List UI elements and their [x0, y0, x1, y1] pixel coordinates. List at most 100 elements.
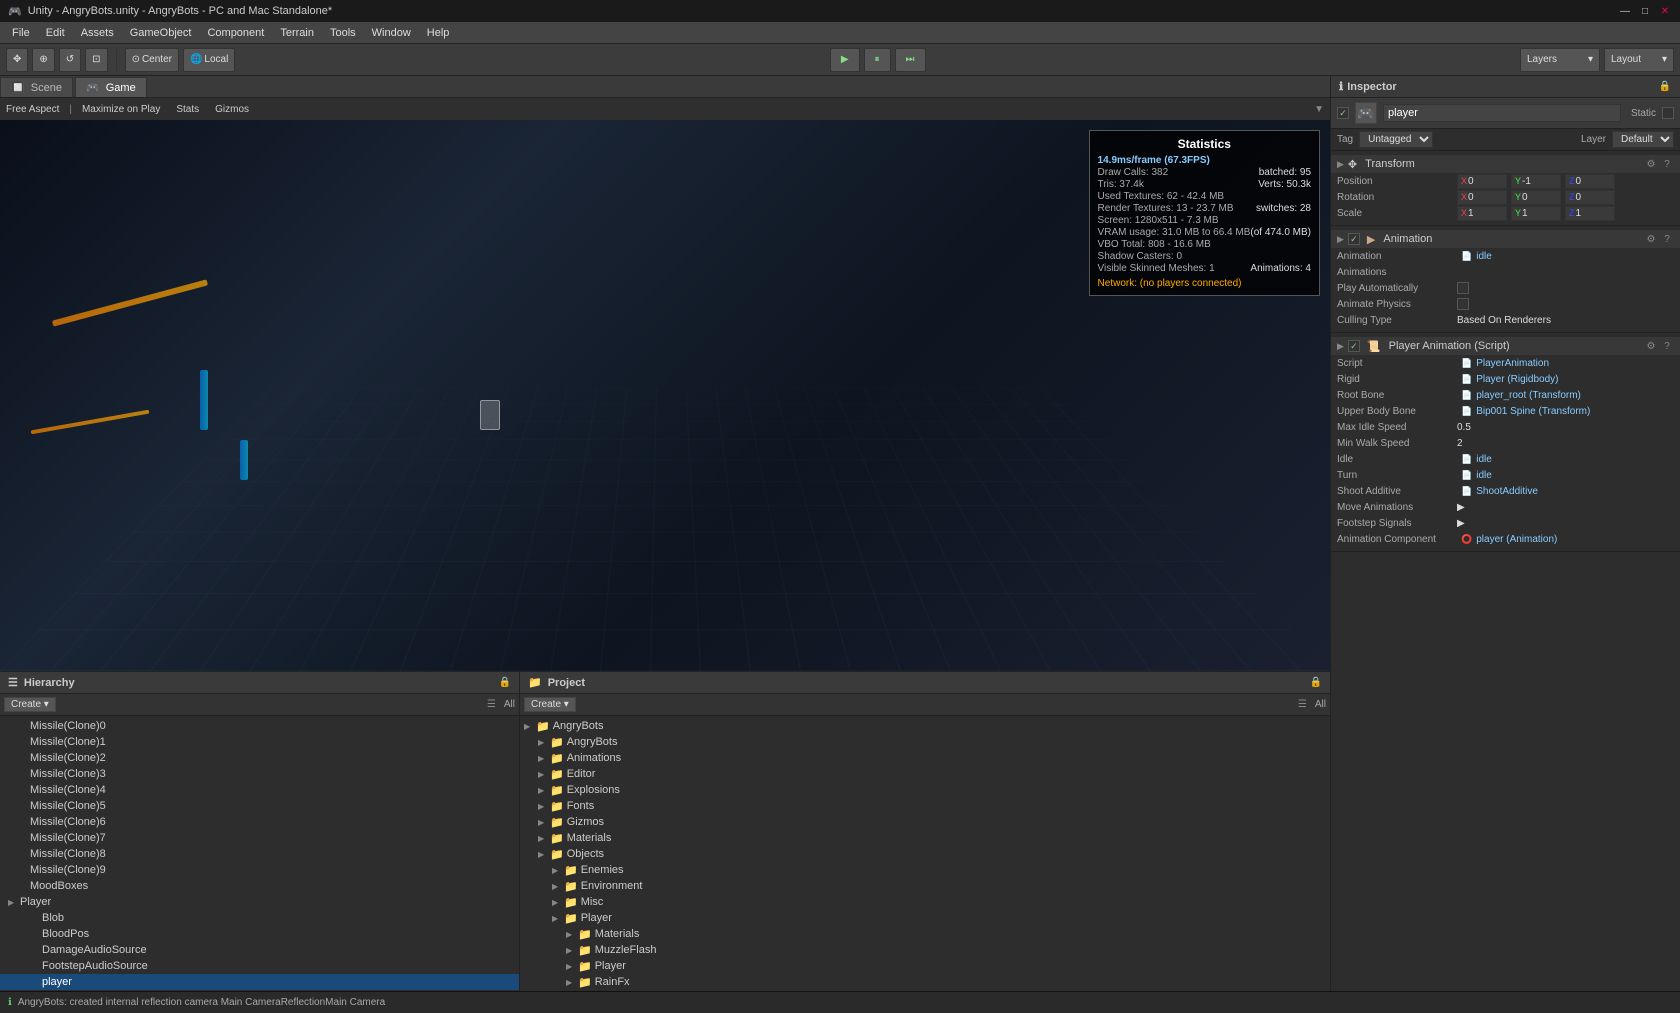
- hierarchy-item[interactable]: Missile(Clone)5: [0, 798, 519, 814]
- hierarchy-item[interactable]: ▶Player: [0, 894, 519, 910]
- project-item[interactable]: ▶📁Editor: [520, 766, 1330, 782]
- play-button[interactable]: ▶: [830, 48, 860, 72]
- menu-gameobject[interactable]: GameObject: [122, 25, 200, 41]
- project-item[interactable]: ▶📁RainFx: [520, 974, 1330, 990]
- project-item[interactable]: ▶📁PhysicMaterials: [520, 990, 1330, 991]
- rotation-x-input[interactable]: X0: [1457, 190, 1507, 205]
- layout-dropdown[interactable]: Layout ▾: [1604, 48, 1674, 72]
- hierarchy-item[interactable]: FootstepAudioSource: [0, 958, 519, 974]
- player-anim-header[interactable]: ▶ 📜 Player Animation (Script) ⚙ ?: [1331, 337, 1680, 355]
- animation-info-icon[interactable]: ?: [1660, 232, 1674, 246]
- hierarchy-create-button[interactable]: Create ▾: [4, 697, 56, 712]
- inspector-lock-button[interactable]: 🔒: [1658, 80, 1672, 94]
- player-anim-info-icon[interactable]: ?: [1660, 339, 1674, 353]
- shadow-label: Shadow Casters: 0: [1098, 251, 1183, 262]
- project-item[interactable]: ▶📁Fonts: [520, 798, 1330, 814]
- menu-terrain[interactable]: Terrain: [272, 25, 322, 41]
- menu-help[interactable]: Help: [419, 25, 458, 41]
- player-anim-enabled-checkbox[interactable]: [1348, 340, 1360, 352]
- hierarchy-item[interactable]: Missile(Clone)6: [0, 814, 519, 830]
- rotate-tool[interactable]: ↺: [59, 48, 81, 72]
- scale-z-input[interactable]: Z1: [1565, 206, 1615, 221]
- position-x-input[interactable]: X0: [1457, 174, 1507, 189]
- hierarchy-item[interactable]: BloodPos: [0, 926, 519, 942]
- menu-window[interactable]: Window: [364, 25, 419, 41]
- hierarchy-item[interactable]: Missile(Clone)1: [0, 734, 519, 750]
- hierarchy-item[interactable]: MoodBoxes: [0, 878, 519, 894]
- animate-physics-checkbox[interactable]: [1457, 298, 1469, 310]
- menu-edit[interactable]: Edit: [38, 25, 73, 41]
- project-item[interactable]: ▶📁AngryBots: [520, 718, 1330, 734]
- project-item[interactable]: ▶📁Materials: [520, 830, 1330, 846]
- animation-section-header[interactable]: ▶ ▶ Animation ⚙ ?: [1331, 230, 1680, 248]
- gizmos-button[interactable]: Gizmos: [209, 103, 255, 116]
- hierarchy-item[interactable]: spiderScorchMark(Clone): [0, 990, 519, 991]
- upper-body-value: Bip001 Spine (Transform): [1476, 406, 1590, 417]
- project-create-button[interactable]: Create ▾: [524, 697, 576, 712]
- inspector-icon: ℹ: [1339, 80, 1343, 93]
- collapse-panel-button[interactable]: ▼: [1314, 104, 1324, 115]
- skinned-row: Visible Skinned Meshes: 1 Animations: 4: [1098, 263, 1311, 274]
- project-item[interactable]: ▶📁Objects: [520, 846, 1330, 862]
- hierarchy-item[interactable]: Missile(Clone)7: [0, 830, 519, 846]
- position-y-input[interactable]: Y-1: [1511, 174, 1561, 189]
- object-name-input[interactable]: [1383, 104, 1621, 122]
- layer-select[interactable]: Default: [1612, 131, 1674, 148]
- menu-tools[interactable]: Tools: [322, 25, 364, 41]
- project-item[interactable]: ▶📁MuzzleFlash: [520, 942, 1330, 958]
- tab-scene[interactable]: 🔲 Scene: [0, 77, 73, 97]
- scale-y-input[interactable]: Y1: [1511, 206, 1561, 221]
- maximize-on-play-button[interactable]: Maximize on Play: [76, 103, 166, 116]
- hierarchy-item[interactable]: Missile(Clone)9: [0, 862, 519, 878]
- active-toggle[interactable]: [1337, 107, 1349, 119]
- rotation-y-input[interactable]: Y0: [1511, 190, 1561, 205]
- project-item[interactable]: ▶📁Player: [520, 910, 1330, 926]
- project-item[interactable]: ▶📁Environment: [520, 878, 1330, 894]
- move-tool[interactable]: ⊕: [32, 48, 54, 72]
- hierarchy-item[interactable]: Missile(Clone)0: [0, 718, 519, 734]
- hierarchy-item[interactable]: Missile(Clone)3: [0, 766, 519, 782]
- step-button[interactable]: ⏭: [895, 48, 926, 72]
- project-item[interactable]: ▶📁Explosions: [520, 782, 1330, 798]
- rotation-z-input[interactable]: Z0: [1565, 190, 1615, 205]
- project-item[interactable]: ▶📁Animations: [520, 750, 1330, 766]
- maximize-button[interactable]: □: [1638, 4, 1652, 18]
- hand-tool[interactable]: ✥: [6, 48, 28, 72]
- hierarchy-item[interactable]: player: [0, 974, 519, 990]
- hierarchy-item[interactable]: Missile(Clone)8: [0, 846, 519, 862]
- menu-component[interactable]: Component: [199, 25, 272, 41]
- menu-assets[interactable]: Assets: [73, 25, 122, 41]
- animation-settings-icon[interactable]: ⚙: [1644, 232, 1658, 246]
- transform-settings-icon[interactable]: ⚙: [1644, 157, 1658, 171]
- hierarchy-item[interactable]: Blob: [0, 910, 519, 926]
- transform-info-icon[interactable]: ?: [1660, 157, 1674, 171]
- minimize-button[interactable]: —: [1618, 4, 1632, 18]
- project-item[interactable]: ▶📁Materials: [520, 926, 1330, 942]
- scale-x-input[interactable]: X1: [1457, 206, 1507, 221]
- tab-game[interactable]: 🎮 Game: [75, 77, 147, 97]
- hierarchy-item[interactable]: Missile(Clone)4: [0, 782, 519, 798]
- pivot-button[interactable]: ⊙ Center: [125, 48, 179, 72]
- local-button[interactable]: 🌐 Local: [183, 48, 235, 72]
- scale-tool[interactable]: ⊡: [85, 48, 107, 72]
- transform-section-header[interactable]: ▶ ✥ Transform ⚙ ?: [1331, 155, 1680, 173]
- animation-enabled-checkbox[interactable]: [1348, 233, 1360, 245]
- position-z-input[interactable]: Z0: [1565, 174, 1615, 189]
- tag-select[interactable]: Untagged: [1359, 131, 1433, 148]
- static-checkbox[interactable]: [1662, 107, 1674, 119]
- hierarchy-item[interactable]: Missile(Clone)2: [0, 750, 519, 766]
- player-anim-settings-icon[interactable]: ⚙: [1644, 339, 1658, 353]
- menu-file[interactable]: File: [4, 25, 38, 41]
- project-item[interactable]: ▶📁Player: [520, 958, 1330, 974]
- project-item[interactable]: ▶📁Enemies: [520, 862, 1330, 878]
- pause-button[interactable]: ⏸: [864, 48, 891, 72]
- project-item[interactable]: ▶📁Gizmos: [520, 814, 1330, 830]
- hierarchy-item[interactable]: DamageAudioSource: [0, 942, 519, 958]
- stats-button[interactable]: Stats: [170, 103, 205, 116]
- layers-dropdown[interactable]: Layers ▾: [1520, 48, 1600, 72]
- close-button[interactable]: ✕: [1658, 4, 1672, 18]
- project-item[interactable]: ▶📁Misc: [520, 894, 1330, 910]
- inspector-scroll[interactable]: 🎮 Static Tag Untagged Layer Default ▶: [1331, 98, 1680, 991]
- play-auto-checkbox[interactable]: [1457, 282, 1469, 294]
- project-item[interactable]: ▶📁AngryBots: [520, 734, 1330, 750]
